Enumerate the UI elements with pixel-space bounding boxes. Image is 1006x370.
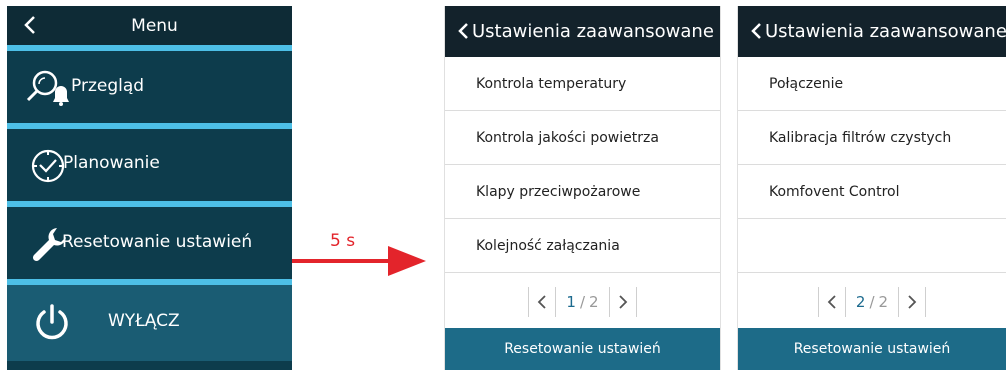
menu-title: Menu	[131, 16, 178, 36]
panel-title: Ustawienia zaawansowane	[765, 21, 1006, 42]
panel-title: Ustawienia zaawansowane	[472, 21, 714, 42]
menu-header: Menu	[7, 6, 292, 45]
settings-row	[738, 219, 1006, 273]
page-current: 1	[566, 293, 576, 311]
settings-row[interactable]: Kontrola temperatury	[445, 57, 720, 111]
menu-item-label: Przegląd	[71, 76, 145, 96]
chevron-left-icon[interactable]	[537, 294, 547, 310]
pagination: 1 / 2	[445, 282, 720, 322]
clock-icon	[31, 149, 65, 183]
page-total: 2	[878, 293, 889, 311]
page-separator: /	[579, 293, 586, 311]
divider	[635, 287, 637, 317]
arrow-right-icon	[292, 246, 426, 276]
divider	[898, 287, 900, 317]
settings-row[interactable]: Klapy przeciwpożarowe	[445, 165, 720, 219]
advanced-settings-page-1: Ustawienia zaawansowane Kontrola tempera…	[444, 6, 721, 370]
power-off-button[interactable]: WYŁĄCZ	[7, 285, 292, 361]
settings-row[interactable]: Komfovent Control	[738, 165, 1006, 219]
menu-item-label: Planowanie	[63, 153, 160, 173]
divider	[844, 287, 846, 317]
page-total: 2	[589, 293, 599, 311]
chevron-right-icon[interactable]	[907, 294, 917, 310]
power-icon	[36, 304, 68, 340]
chevron-right-icon[interactable]	[618, 294, 628, 310]
panel-header: Ustawienia zaawansowane	[445, 6, 720, 57]
reset-settings-button[interactable]: Resetowanie ustawień	[445, 328, 720, 370]
back-icon[interactable]	[457, 22, 469, 40]
menu-item-label: Resetowanie ustawień	[62, 232, 253, 252]
menu-item-label: WYŁĄCZ	[108, 311, 180, 331]
divider	[555, 287, 557, 317]
page-separator: /	[869, 293, 875, 311]
panel-header: Ustawienia zaawansowane	[738, 6, 1006, 57]
menu-item-overview[interactable]: Przegląd	[7, 51, 292, 123]
divider	[925, 287, 927, 317]
divider	[528, 287, 530, 317]
divider	[608, 287, 610, 317]
main-menu: Menu Przegląd Planowanie Resetowanie ust…	[7, 6, 292, 370]
settings-row[interactable]: Kalibracja filtrów czystych	[738, 111, 1006, 165]
menu-item-reset[interactable]: Resetowanie ustawień	[7, 207, 292, 279]
menu-item-schedule[interactable]: Planowanie	[7, 129, 292, 201]
back-icon[interactable]	[750, 22, 762, 40]
chevron-left-icon[interactable]	[827, 294, 837, 310]
settings-row[interactable]: Połączenie	[738, 57, 1006, 111]
settings-row[interactable]: Kontrola jakości powietrza	[445, 111, 720, 165]
pagination: 2 / 2	[738, 282, 1006, 322]
page-current: 2	[855, 293, 866, 311]
advanced-settings-page-2: Ustawienia zaawansowane Połączenie Kalib…	[737, 6, 1006, 370]
settings-row[interactable]: Kolejność załączania	[445, 219, 720, 273]
reset-settings-button[interactable]: Resetowanie ustawień	[738, 328, 1006, 370]
divider	[817, 287, 819, 317]
